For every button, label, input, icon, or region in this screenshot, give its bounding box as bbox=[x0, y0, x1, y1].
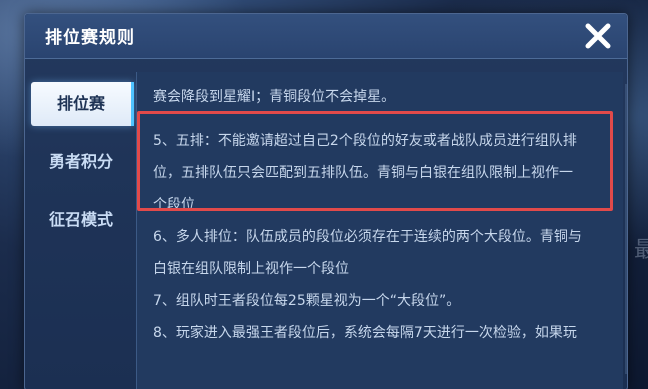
scroll-track[interactable] bbox=[625, 84, 627, 374]
tab-ranked[interactable]: 排位赛 bbox=[31, 82, 134, 126]
rule-line: 个段位 bbox=[153, 197, 195, 213]
tab-draft-mode[interactable]: 征召模式 bbox=[31, 198, 131, 242]
dialog-title: 排位赛规则 bbox=[45, 28, 135, 48]
rule-line: 6、多人排位：队伍成员的段位必须存在于连续的两个大段位。青铜与 bbox=[153, 229, 582, 245]
game-screen: 最 排位赛规则 排位赛 勇者积分 征召模式 赛会降段到星耀I；青铜段位不会掉星。… bbox=[0, 0, 648, 389]
rule-line: 5、五排：不能邀请超过自己2个段位的好友或者战队成员进行组队排 bbox=[153, 133, 577, 149]
rule-line: 位，五排队伍只会匹配到五排队伍。青铜与白银在组队限制上视作一 bbox=[153, 165, 573, 181]
rule-line: 赛会降段到星耀I；青铜段位不会掉星。 bbox=[153, 89, 396, 105]
rule-line: 白银在组队限制上视作一个段位 bbox=[153, 261, 349, 277]
rules-dialog: 排位赛规则 排位赛 勇者积分 征召模式 赛会降段到星耀I；青铜段位不会掉星。 5… bbox=[24, 13, 628, 389]
background-partial-text: 最 bbox=[633, 238, 648, 263]
tab-hero-points[interactable]: 勇者积分 bbox=[31, 140, 131, 184]
rule-line: 8、玩家进入最强王者段位后，系统会每隔7天进行一次检验，如果玩 bbox=[153, 325, 577, 341]
side-nav: 排位赛 勇者积分 征召模式 bbox=[25, 72, 135, 372]
rule-line: 7、组队时王者段位每25颗星视为一个“大段位”。 bbox=[153, 293, 461, 309]
dialog-header: 排位赛规则 bbox=[25, 14, 627, 59]
close-button[interactable] bbox=[583, 21, 613, 51]
rules-content[interactable]: 赛会降段到星耀I；青铜段位不会掉星。 5、五排：不能邀请超过自己2个段位的好友或… bbox=[136, 72, 623, 389]
close-icon bbox=[585, 23, 611, 49]
